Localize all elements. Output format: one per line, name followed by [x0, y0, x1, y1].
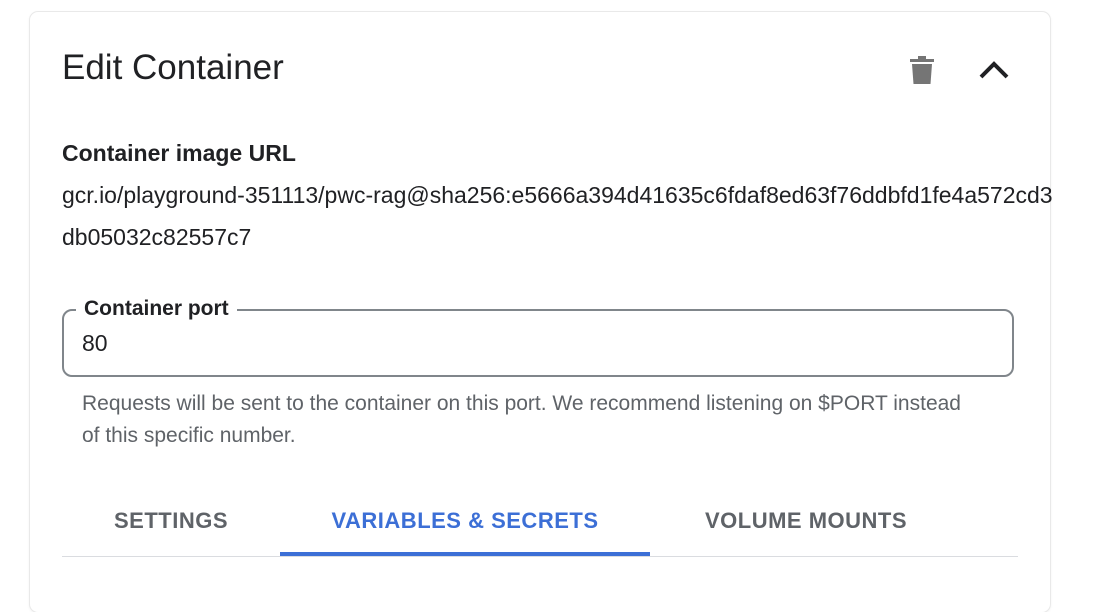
- tab-settings[interactable]: SETTINGS: [62, 490, 280, 552]
- tab-volume-mounts[interactable]: VOLUME MOUNTS: [650, 490, 962, 552]
- image-url-value: gcr.io/playground-351113/pwc-rag@sha256:…: [62, 182, 1053, 250]
- tab-variables-secrets[interactable]: VARIABLES & SECRETS: [280, 490, 650, 556]
- trash-icon: [910, 56, 934, 84]
- image-url-label: Container image URL: [62, 140, 296, 166]
- container-port-label: Container port: [76, 295, 237, 323]
- collapse-button[interactable]: [970, 46, 1018, 94]
- edit-container-card: Edit Container Container image URL gcr.i…: [30, 12, 1053, 612]
- tab-bar: SETTINGS VARIABLES & SECRETS VOLUME MOUN…: [62, 490, 1018, 557]
- chevron-up-icon: [979, 61, 1009, 79]
- container-port-field[interactable]: Container port: [62, 295, 1014, 377]
- container-port-hint: Requests will be sent to the container o…: [82, 392, 961, 447]
- page-title: Edit Container: [62, 48, 284, 87]
- container-port-input[interactable]: [82, 325, 982, 361]
- delete-button[interactable]: [898, 46, 946, 94]
